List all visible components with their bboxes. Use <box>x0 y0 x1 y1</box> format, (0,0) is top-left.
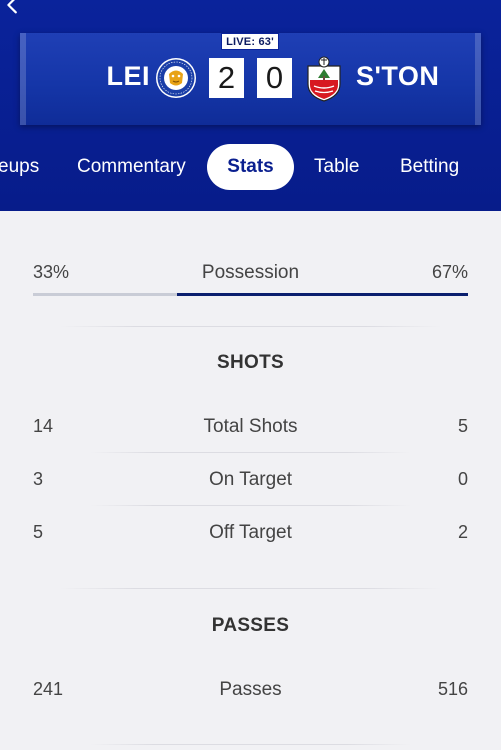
home-score: 2 <box>209 58 244 98</box>
passes-away: 516 <box>437 679 468 699</box>
away-score: 0 <box>257 58 292 98</box>
passes-label: Passes <box>219 679 282 700</box>
home-team-name: LEI <box>106 61 150 91</box>
off-target-label: Off Target <box>209 522 292 543</box>
off-target-away: 2 <box>457 522 468 542</box>
stat-row-passes: 241 Passes 516 <box>33 679 468 709</box>
match-tabs: eups Commentary Stats Table Betting <box>0 144 501 190</box>
possession-label: Possession <box>201 262 300 283</box>
tab-lineups[interactable]: eups <box>0 144 39 190</box>
possession-bar-home <box>33 293 177 296</box>
section-title-shots: SHOTS <box>217 352 284 373</box>
stat-row-total-shots: 14 Total Shots 5 <box>33 416 468 446</box>
on-target-away: 0 <box>457 469 468 489</box>
divider <box>60 588 441 589</box>
away-team-name: S'TON <box>356 61 440 91</box>
tab-betting[interactable]: Betting <box>400 144 459 190</box>
total-shots-away: 5 <box>457 416 468 436</box>
stat-row-off-target: 5 Off Target 2 <box>33 522 468 552</box>
southampton-crest-icon <box>304 56 344 102</box>
total-shots-label: Total Shots <box>203 416 298 437</box>
tab-commentary[interactable]: Commentary <box>77 144 186 190</box>
divider <box>60 326 441 327</box>
possession-bar <box>33 293 468 296</box>
leicester-city-crest-icon <box>155 57 197 99</box>
divider <box>90 505 411 506</box>
live-badge: LIVE: 63' <box>221 33 279 50</box>
stat-row-on-target: 3 On Target 0 <box>33 469 468 499</box>
back-button[interactable] <box>2 0 32 20</box>
on-target-label: On Target <box>208 469 293 490</box>
tab-table[interactable]: Table <box>314 144 359 190</box>
possession-row: 33% Possession 67% <box>33 262 468 292</box>
chevron-left-icon <box>7 0 17 14</box>
possession-away-value: 67% <box>431 262 468 282</box>
possession-bar-away <box>176 293 468 296</box>
tab-stats[interactable]: Stats <box>207 144 294 190</box>
section-title-passes: PASSES <box>211 615 290 636</box>
divider <box>90 744 411 745</box>
divider <box>90 452 411 453</box>
match-header: LIVE: 63' LEI 2 0 S'TON eups Commentary … <box>0 0 501 211</box>
